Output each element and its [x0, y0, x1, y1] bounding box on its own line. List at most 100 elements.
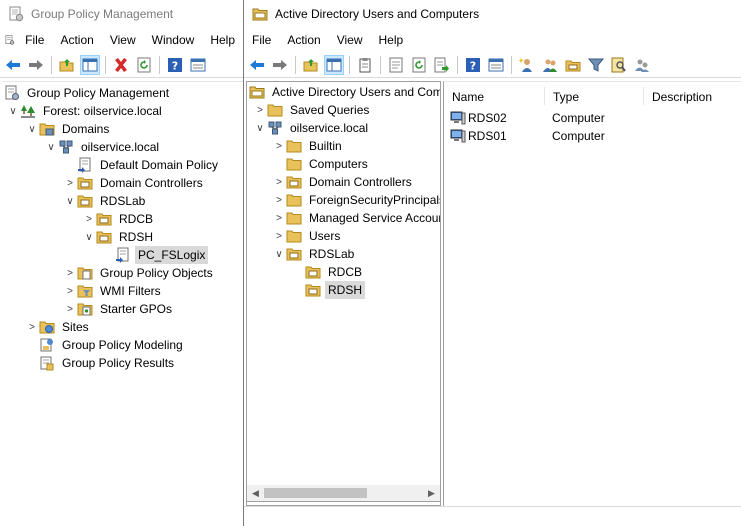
aduc-menu-file[interactable]: File	[244, 29, 279, 51]
new-user-button[interactable]	[517, 55, 537, 75]
tree-managed-service-accounts[interactable]: > Managed Service Accour	[272, 209, 440, 227]
tree-domain-label: oilservice.local	[81, 140, 160, 154]
tree-domain[interactable]: ∨ oilservice.local	[44, 138, 162, 156]
tree-horizontal-scrollbar[interactable]: ◀ ▶	[246, 485, 441, 502]
tree-rdslab[interactable]: ∨ RDSLab	[63, 192, 148, 210]
tree-forest[interactable]: ∨ Forest: oilservice.local	[6, 102, 165, 120]
column-header-type[interactable]: Type	[545, 87, 644, 107]
properties-button[interactable]	[188, 55, 208, 75]
aduc-menu-action[interactable]: Action	[279, 29, 328, 51]
forward-button[interactable]	[26, 55, 46, 75]
chevron-down-icon[interactable]: ∨	[25, 120, 39, 138]
chevron-right-icon[interactable]: >	[272, 191, 286, 209]
tree-group-policy-results[interactable]: Group Policy Results	[25, 354, 177, 372]
gpm-menu-window[interactable]: Window	[144, 29, 203, 51]
tree-domains[interactable]: ∨ Domains	[25, 120, 112, 138]
chevron-right-icon[interactable]: >	[82, 210, 96, 228]
tree-rdcb[interactable]: > RDCB	[82, 210, 156, 228]
tree-rdslab-label: RDSLab	[100, 194, 146, 208]
help-button[interactable]: ?	[463, 55, 483, 75]
tree-saved-queries[interactable]: > Saved Queries	[253, 101, 372, 119]
chevron-down-icon[interactable]: ∨	[63, 192, 77, 210]
tree-aduc-rdcb[interactable]: RDCB	[291, 263, 365, 281]
back-button[interactable]	[3, 55, 23, 75]
gpm-menu-file[interactable]: File	[17, 29, 52, 51]
tree-group-policy-objects[interactable]: > Group Policy Objects	[63, 264, 216, 282]
tree-group-policy-modeling[interactable]: Group Policy Modeling	[25, 336, 186, 354]
delete-button[interactable]	[111, 55, 131, 75]
refresh-button[interactable]	[409, 55, 429, 75]
tree-builtin[interactable]: > Builtin	[272, 137, 345, 155]
gpm-system-menu-icon[interactable]	[4, 31, 15, 49]
chevron-right-icon[interactable]: >	[63, 174, 77, 192]
tree-aduc-root[interactable]: Active Directory Users and Com	[249, 83, 440, 101]
show-hide-tree-button[interactable]	[324, 54, 344, 75]
up-folder-button[interactable]	[57, 55, 77, 75]
new-group-button[interactable]	[540, 55, 560, 75]
aduc-menu-help[interactable]: Help	[371, 29, 412, 51]
row-type: Computer	[552, 129, 605, 143]
chevron-down-icon[interactable]: ∨	[272, 245, 286, 263]
scrollbar-thumb[interactable]	[264, 488, 367, 498]
chevron-down-icon[interactable]: ∨	[6, 102, 20, 120]
tree-pc-fslogix[interactable]: PC_FSLogix	[101, 246, 209, 264]
refresh-button[interactable]	[134, 55, 154, 75]
tree-rdsh[interactable]: ∨ RDSH	[82, 228, 156, 246]
tree-aduc-domain[interactable]: ∨ oilservice.local	[253, 119, 371, 137]
tree-aduc-domain-controllers[interactable]: > Domain Controllers	[272, 173, 415, 191]
chevron-right-icon[interactable]: >	[25, 318, 39, 336]
aduc-titlebar[interactable]: Active Directory Users and Computers	[244, 0, 741, 28]
column-header-name[interactable]: Name	[444, 87, 544, 107]
tree-starter-gpos[interactable]: > Starter GPOs	[63, 300, 175, 318]
chevron-down-icon[interactable]: ∨	[44, 138, 58, 156]
chevron-right-icon[interactable]: >	[63, 264, 77, 282]
forward-button[interactable]	[270, 55, 290, 75]
properties-doc-button[interactable]	[386, 55, 406, 75]
tree-default-domain-policy[interactable]: Default Domain Policy	[63, 156, 221, 174]
show-hide-tree-button[interactable]	[80, 54, 100, 75]
scroll-left-icon[interactable]: ◀	[247, 485, 264, 501]
properties-button[interactable]	[486, 55, 506, 75]
tree-foreign-security-principals[interactable]: > ForeignSecurityPrincipals	[272, 191, 440, 209]
gpm-menu-view[interactable]: View	[102, 29, 144, 51]
add-to-group-button[interactable]	[632, 55, 652, 75]
gpm-menu-help[interactable]: Help	[202, 29, 243, 51]
filter-button[interactable]	[586, 55, 606, 75]
export-list-button[interactable]	[432, 55, 452, 75]
chevron-right-icon[interactable]: >	[272, 209, 286, 227]
chevron-right-icon[interactable]: >	[272, 227, 286, 245]
scroll-right-icon[interactable]: ▶	[423, 485, 440, 501]
chevron-right-icon[interactable]: >	[272, 137, 286, 155]
tree-wmi-filters[interactable]: > WMI Filters	[63, 282, 164, 300]
gpm-menu-action[interactable]: Action	[52, 29, 101, 51]
tree-users[interactable]: > Users	[272, 227, 343, 245]
tree-computers[interactable]: Computers	[272, 155, 371, 173]
tree-gpm-root[interactable]: Group Policy Management	[4, 84, 172, 102]
tree-domain-controllers[interactable]: > Domain Controllers	[63, 174, 206, 192]
tree-sites[interactable]: > Sites	[25, 318, 92, 336]
gpm-titlebar[interactable]: Group Policy Management	[0, 0, 243, 28]
aduc-menu-view[interactable]: View	[329, 29, 371, 51]
column-header-description[interactable]: Description	[644, 87, 741, 107]
tree-aduc-rdsh[interactable]: RDSH	[291, 281, 366, 299]
back-button[interactable]	[247, 55, 267, 75]
chevron-right-icon[interactable]: >	[253, 101, 267, 119]
up-folder-button[interactable]	[301, 55, 321, 75]
find-button[interactable]	[609, 55, 629, 75]
chevron-right-icon[interactable]: >	[63, 300, 77, 318]
copy-button[interactable]	[355, 55, 375, 75]
table-row[interactable]: RDS02 Computer	[444, 109, 741, 127]
toolbar-separator	[349, 55, 350, 74]
chevron-down-icon[interactable]: ∨	[82, 228, 96, 246]
tree-aduc-rdslab[interactable]: ∨ RDSLab	[272, 245, 357, 263]
new-ou-button[interactable]	[563, 55, 583, 75]
chevron-down-icon[interactable]: ∨	[253, 119, 267, 137]
ou-folder-icon	[305, 266, 321, 279]
ou-folder-icon	[286, 248, 302, 261]
chevron-right-icon[interactable]: >	[272, 173, 286, 191]
table-row[interactable]: RDS01 Computer	[444, 127, 741, 145]
gpm-menubar: File Action View Window Help	[0, 29, 243, 51]
ou-folder-icon	[77, 177, 93, 190]
chevron-right-icon[interactable]: >	[63, 282, 77, 300]
help-button[interactable]: ?	[165, 55, 185, 75]
